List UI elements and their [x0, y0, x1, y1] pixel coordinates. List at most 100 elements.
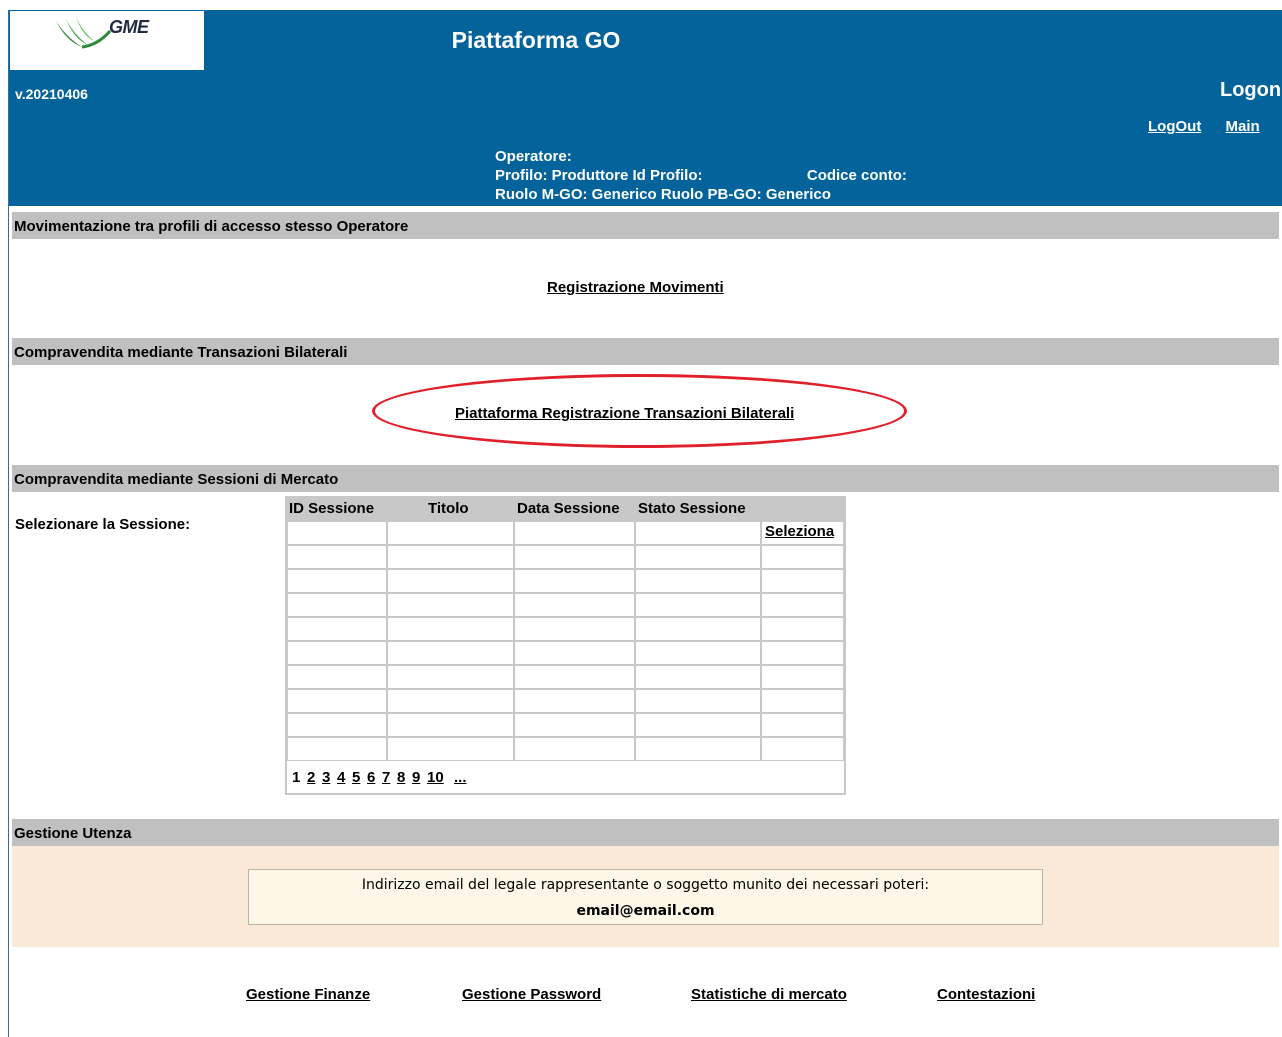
table-cell — [514, 521, 635, 545]
table-cell — [635, 617, 761, 641]
version-label: v.20210406 — [15, 86, 88, 102]
profilo-value: Produttore — [551, 167, 629, 184]
email-label: Indirizzo email del legale rappresentant… — [361, 877, 930, 893]
page-title: Piattaforma GO — [451, 27, 621, 53]
app-header: GME Piattaforma GO v.20210406 Logon LogO… — [9, 10, 1282, 206]
table-cell — [635, 569, 761, 593]
table-cell — [635, 593, 761, 617]
table-cell — [514, 665, 635, 689]
table-cell — [761, 737, 844, 761]
table-cell — [387, 713, 514, 737]
table-cell — [761, 617, 844, 641]
table-cell — [514, 737, 635, 761]
page-link[interactable]: 7 — [382, 769, 390, 786]
page-link[interactable]: 3 — [322, 769, 330, 786]
ruolo-mgo-label: Ruolo M-GO: — [495, 186, 588, 203]
table-cell — [514, 713, 635, 737]
statistiche-mercato-link[interactable]: Statistiche di mercato — [691, 986, 847, 1003]
table-cell — [287, 521, 387, 545]
table-cell — [635, 641, 761, 665]
table-cell — [635, 665, 761, 689]
table-cell — [387, 665, 514, 689]
registrazione-movimenti-link[interactable]: Registrazione Movimenti — [547, 279, 724, 296]
table-cell — [287, 545, 387, 569]
table-cell — [514, 641, 635, 665]
table-cell — [761, 665, 844, 689]
section-utenza-title: Gestione Utenza — [12, 819, 1279, 846]
page-link[interactable]: 5 — [352, 769, 360, 786]
table-header: ID Sessione Titolo Data Sessione Stato S… — [285, 496, 846, 520]
table-cell — [514, 569, 635, 593]
table-cell — [287, 569, 387, 593]
operatore-label: Operatore: — [495, 148, 572, 165]
table-cell — [514, 617, 635, 641]
table-cell — [514, 593, 635, 617]
section-bilaterali-title: Compravendita mediante Transazioni Bilat… — [12, 338, 1279, 365]
table-cell — [387, 521, 514, 545]
section-sessioni-title: Compravendita mediante Sessioni di Merca… — [12, 465, 1279, 492]
table-cell — [761, 689, 844, 713]
logon-label: Logon — [1220, 79, 1282, 101]
header-links: LogOut Main — [1148, 118, 1280, 135]
table-cell — [287, 593, 387, 617]
col-titolo: Titolo — [428, 500, 469, 517]
table-body: Seleziona — [287, 521, 844, 762]
table-cell — [761, 593, 844, 617]
ruolo-pbgo-value: Generico — [765, 186, 831, 203]
table-cell — [635, 545, 761, 569]
sessions-table: ID Sessione Titolo Data Sessione Stato S… — [285, 496, 846, 795]
id-profilo-label: Id Profilo: — [632, 167, 703, 184]
col-id-sessione: ID Sessione — [289, 500, 375, 517]
table-cell — [287, 713, 387, 737]
table-cell — [761, 545, 844, 569]
table-cell — [761, 713, 844, 737]
pagination: 1 2 3 4 5 6 7 8 9 10 ... — [287, 762, 844, 793]
page-link[interactable]: 2 — [307, 769, 315, 786]
table-cell — [387, 641, 514, 665]
table-cell — [287, 617, 387, 641]
operator-info: Operatore: Profilo: Produttore Id Profil… — [495, 147, 907, 204]
table-cell — [514, 689, 635, 713]
table-cell — [635, 689, 761, 713]
email-panel: Indirizzo email del legale rappresentant… — [12, 846, 1279, 947]
table-cell — [287, 641, 387, 665]
table-cell — [761, 569, 844, 593]
email-box: Indirizzo email del legale rappresentant… — [248, 869, 1043, 925]
table-cell — [635, 737, 761, 761]
table-cell — [387, 545, 514, 569]
contestazioni-link[interactable]: Contestazioni — [937, 986, 1035, 1003]
page-link[interactable]: 6 — [367, 769, 375, 786]
page-link[interactable]: 9 — [412, 769, 420, 786]
page-more-link[interactable]: ... — [454, 769, 467, 786]
logout-link[interactable]: LogOut — [1148, 118, 1201, 135]
table-cell — [514, 545, 635, 569]
table-cell — [287, 689, 387, 713]
page-link[interactable]: 8 — [397, 769, 405, 786]
ruolo-pbgo-label: Ruolo PB-GO: — [660, 186, 762, 203]
page-link[interactable]: 4 — [337, 769, 345, 786]
main-link[interactable]: Main — [1226, 118, 1260, 135]
ruolo-mgo-value: Generico — [591, 186, 657, 203]
table-cell — [287, 665, 387, 689]
table-cell — [387, 689, 514, 713]
codice-conto-label: Codice conto: — [806, 167, 907, 184]
table-cell — [387, 737, 514, 761]
section-movimentazione-title: Movimentazione tra profili di accesso st… — [12, 212, 1279, 239]
col-data-sessione: Data Sessione — [517, 500, 620, 517]
table-cell — [287, 737, 387, 761]
profilo-label: Profilo: — [495, 167, 548, 184]
table-cell — [387, 617, 514, 641]
col-stato-sessione: Stato Sessione — [638, 500, 746, 517]
transazioni-bilaterali-link[interactable]: Piattaforma Registrazione Transazioni Bi… — [455, 405, 794, 422]
page-frame: GME Piattaforma GO v.20210406 Logon LogO… — [8, 10, 1282, 1037]
gestione-password-link[interactable]: Gestione Password — [462, 986, 601, 1003]
table-cell — [635, 713, 761, 737]
table-cell — [761, 641, 844, 665]
seleziona-link[interactable]: Seleziona — [765, 523, 834, 540]
table-cell — [387, 569, 514, 593]
gestione-finanze-link[interactable]: Gestione Finanze — [246, 986, 370, 1003]
table-cell — [635, 521, 761, 545]
page-link[interactable]: 10 — [427, 769, 444, 786]
page-1: 1 — [292, 769, 301, 786]
email-value: email@email.com — [576, 903, 715, 919]
